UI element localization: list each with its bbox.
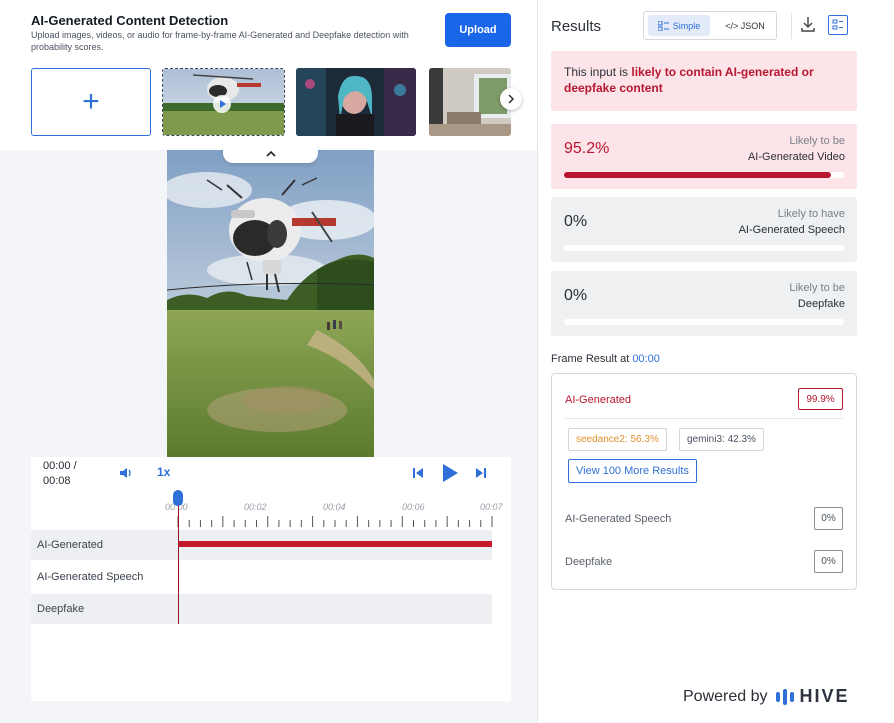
detection-timeline[interactable]: 00:00 00:02 00:04 00:06 00:07 AI-Generat… <box>31 490 511 701</box>
frame-result-title: Frame Result at 00:00 <box>551 353 660 365</box>
track-label: AI-Generated <box>37 539 104 551</box>
score-category: AI-Generated Speech <box>738 224 845 236</box>
frame-deepfake-score: 0% <box>814 550 843 573</box>
play-overlay-icon <box>213 95 231 113</box>
frame-deepfake-label: Deepfake <box>565 556 613 568</box>
play-icon <box>443 464 458 482</box>
thumbnail-interior-room[interactable] <box>429 68 511 136</box>
time-readout: 00:00 / 00:08 <box>43 459 77 489</box>
detection-panel: AI-Generated Content Detection Upload im… <box>0 0 537 723</box>
hive-wordmark: HIVE <box>799 686 850 706</box>
results-title: Results <box>551 18 602 35</box>
ai-generated-detection-bar <box>179 541 492 547</box>
simple-view-tab[interactable]: Simple <box>648 15 710 36</box>
score-category: Deepfake <box>797 298 845 310</box>
skip-back-icon <box>413 468 423 478</box>
playhead-line <box>178 499 179 624</box>
results-panel: Results Simple </> JSON This input is li… <box>537 0 894 723</box>
json-view-tab[interactable]: </> JSON <box>716 15 774 36</box>
view-more-results-button[interactable]: View 100 More Results <box>568 459 697 483</box>
frame-ai-generated-score: 99.9% <box>798 388 843 410</box>
timeline-ruler: 00:00 00:02 00:04 00:06 00:07 <box>31 499 511 530</box>
plus-icon: + <box>82 85 100 118</box>
track-row-deepfake: Deepfake <box>31 594 492 624</box>
time-total: 00:08 <box>43 475 71 487</box>
frame-timestamp-link[interactable]: 00:00 <box>632 353 660 365</box>
toolbar-divider <box>791 13 792 39</box>
score-bar-fill <box>564 172 831 178</box>
upload-button[interactable]: Upload <box>445 13 511 47</box>
interior-thumbnail-image <box>429 68 511 136</box>
timeline-ticks <box>177 516 493 527</box>
powered-by-footer: Powered by HIVE <box>683 686 850 707</box>
score-value: 95.2% <box>564 140 610 157</box>
verdict-alert: This input is likely to contain AI-gener… <box>551 51 857 111</box>
next-frame-button[interactable] <box>475 466 487 484</box>
hive-logo: HIVE <box>775 686 850 707</box>
score-qualifier: Likely to have <box>777 208 845 220</box>
skip-forward-icon <box>476 468 486 478</box>
track-row-ai-generated-speech: AI-Generated Speech <box>31 562 492 592</box>
verdict-prefix: This input is <box>564 65 632 79</box>
track-label: AI-Generated Speech <box>37 571 144 583</box>
score-card-ai-speech: 0% Likely to have AI-Generated Speech <box>551 197 857 262</box>
download-button[interactable] <box>800 16 816 34</box>
score-bar <box>564 319 844 325</box>
frame-result-prefix: Frame Result at <box>551 353 633 365</box>
neon-portrait-thumbnail-image <box>296 68 416 136</box>
thumbnail-helicopter-video[interactable] <box>162 68 285 136</box>
frame-ai-generated-label: AI-Generated <box>565 394 632 406</box>
volume-button[interactable] <box>119 466 133 483</box>
collapse-thumbnails-button[interactable] <box>223 145 318 163</box>
hive-logo-icon <box>775 688 794 705</box>
score-value: 0% <box>564 287 588 304</box>
score-value: 0% <box>564 213 588 230</box>
upload-header: AI-Generated Content Detection Upload im… <box>0 0 537 150</box>
video-preview[interactable] <box>167 150 374 457</box>
score-card-deepfake: 0% Likely to be Deepfake <box>551 271 857 336</box>
powered-by-text: Powered by <box>683 687 768 705</box>
frame-speech-score: 0% <box>814 507 843 530</box>
divider <box>565 418 843 419</box>
previous-frame-button[interactable] <box>412 466 424 484</box>
report-icon <box>832 19 843 30</box>
frame-speech-label: AI-Generated Speech <box>565 513 672 525</box>
chevron-right-icon <box>508 94 515 104</box>
thumbnails-next-button[interactable] <box>500 88 522 110</box>
player-controls: 00:00 / 00:08 1x <box>31 457 511 499</box>
volume-icon <box>120 468 131 478</box>
simple-view-label: Simple <box>672 20 701 31</box>
add-media-button[interactable]: + <box>31 68 151 136</box>
score-category: AI-Generated Video <box>747 151 845 163</box>
frame-result-box: AI-Generated 99.9% seedance2: 56.3% gemi… <box>551 373 857 590</box>
page-title: AI-Generated Content Detection <box>31 13 229 28</box>
playhead-handle[interactable] <box>173 490 183 506</box>
view-mode-toggle: Simple </> JSON <box>643 11 777 40</box>
download-icon <box>801 17 815 32</box>
score-qualifier: Likely to be <box>789 282 845 294</box>
model-chip-gemini3: gemini3: 42.3% <box>679 428 764 451</box>
score-bar <box>564 245 844 251</box>
list-icon <box>657 20 669 31</box>
thumbnail-neon-portrait[interactable] <box>296 68 416 136</box>
play-button[interactable] <box>441 463 459 488</box>
detailed-view-button[interactable] <box>828 15 848 35</box>
chevron-up-icon <box>265 150 276 157</box>
playback-speed-button[interactable]: 1x <box>157 465 170 479</box>
track-label: Deepfake <box>37 603 85 615</box>
json-view-label: </> JSON <box>725 20 765 31</box>
time-current: 00:00 / <box>43 460 77 472</box>
score-bar <box>564 172 844 178</box>
score-qualifier: Likely to be <box>789 135 845 147</box>
page-subtitle: Upload images, videos, or audio for fram… <box>31 30 409 52</box>
model-chip-seedance2: seedance2: 56.3% <box>568 428 667 451</box>
helicopter-video-frame <box>167 150 374 457</box>
score-card-ai-video: 95.2% Likely to be AI-Generated Video <box>551 124 857 189</box>
